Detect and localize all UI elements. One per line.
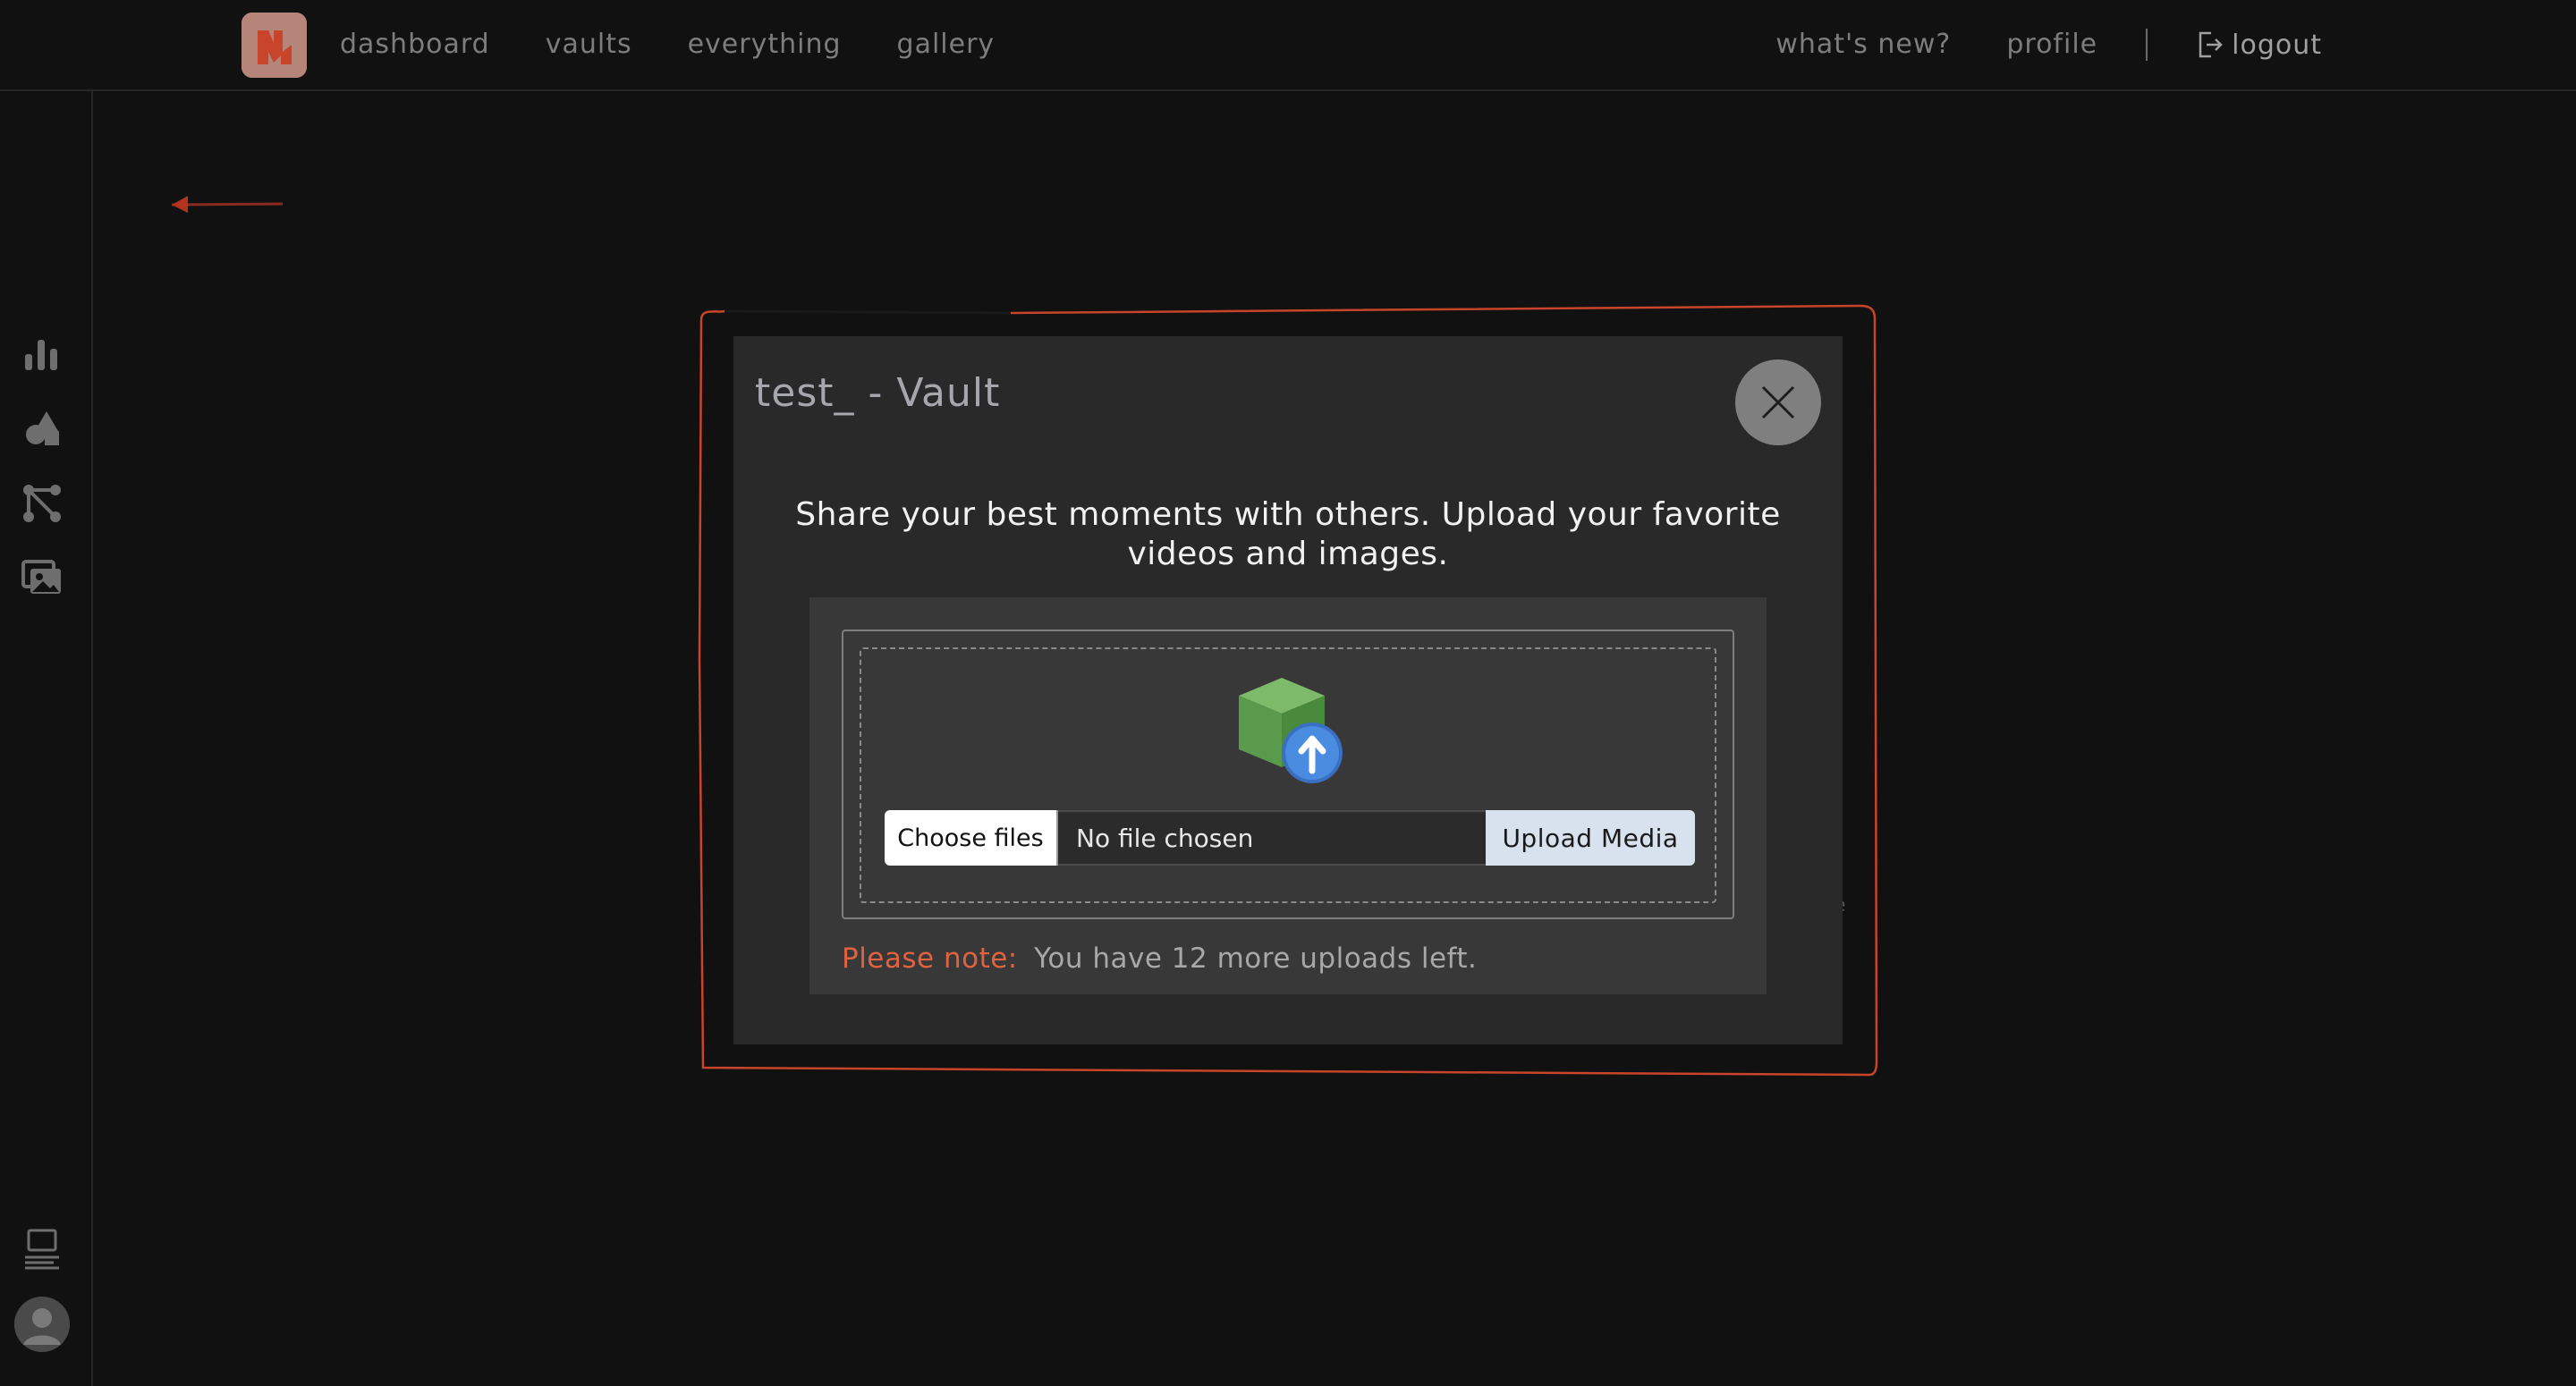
list-icon[interactable] [20,1227,64,1272]
upload-note: Please note: You have 12 more uploads le… [842,942,1477,975]
modal-description: Share your best moments with others. Upl… [795,496,1781,572]
top-navigation: dashboard vaults everything gallery what… [0,0,2576,91]
note-label: Please note: [842,942,1018,975]
nav-dashboard[interactable]: dashboard [340,27,490,63]
user-avatar[interactable] [14,1297,70,1352]
upload-media-button[interactable]: Upload Media [1486,810,1695,866]
nav-everything[interactable]: everything [688,27,842,63]
nav-gallery[interactable]: gallery [897,27,996,63]
brand-logo[interactable] [242,13,307,78]
sidebar [0,91,93,1386]
note-text: You have 12 more uploads left. [1034,942,1478,975]
modal-title: test_ - Vault [755,370,1001,416]
close-icon [1761,385,1795,419]
close-button[interactable] [1735,359,1821,445]
file-input[interactable]: Choose files No file chosen Upload Media [885,810,1695,866]
upload-panel: Choose files No file chosen Upload Media… [809,597,1767,994]
choose-files-button[interactable]: Choose files [885,810,1058,866]
vault-upload-modal: test_ - Vault Share your best moments wi… [733,336,1843,1044]
nav-vaults[interactable]: vaults [546,27,632,63]
upload-box: Choose files No file chosen Upload Media [842,630,1734,919]
nav-whats-new[interactable]: what's new? [1775,27,1951,63]
logout-icon [2199,31,2223,58]
dropzone[interactable]: Choose files No file chosen Upload Media [860,647,1716,903]
nav-profile[interactable]: profile [2006,27,2097,63]
back-arrow-icon[interactable] [168,191,284,218]
bar-chart-icon[interactable] [20,331,64,376]
graph-nodes-icon[interactable] [20,481,64,526]
file-status: No file chosen [1058,810,1486,866]
box-upload-icon [1233,674,1344,785]
account-nav: what's new? profile logout [1720,27,2322,63]
logout-label: logout [2232,29,2322,61]
logout-button[interactable]: logout [2196,30,2322,61]
main-nav: dashboard vaults everything gallery [340,27,995,63]
shapes-icon[interactable] [20,406,64,451]
images-icon[interactable] [20,554,64,599]
nav-separator [2146,29,2148,61]
